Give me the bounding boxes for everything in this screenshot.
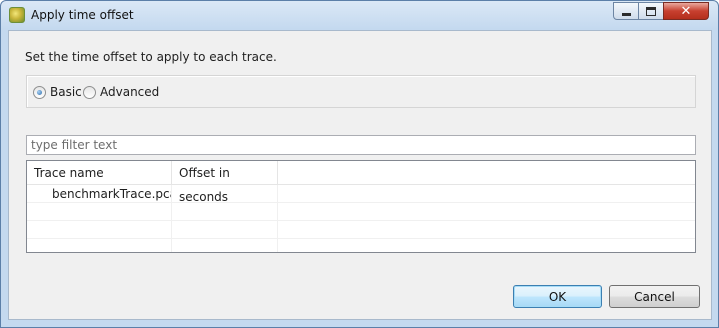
trace-table[interactable]: Trace name Offset in seconds benchmarkTr… bbox=[26, 160, 696, 253]
basic-radio-label: Basic bbox=[50, 85, 82, 99]
trace-name-cell bbox=[27, 203, 172, 221]
advanced-radio-label: Advanced bbox=[100, 85, 160, 99]
mode-radio-group: Basic Advanced bbox=[26, 75, 696, 108]
table-header: Trace name Offset in seconds bbox=[27, 161, 695, 204]
filter-input[interactable] bbox=[26, 135, 696, 155]
radio-unchecked-icon[interactable] bbox=[83, 85, 96, 99]
dialog-description: Set the time offset to apply to each tra… bbox=[25, 50, 277, 64]
radio-checked-icon[interactable] bbox=[33, 85, 46, 99]
column-header-trace-name[interactable]: Trace name bbox=[27, 161, 172, 185]
advanced-radio[interactable]: Advanced bbox=[83, 85, 159, 99]
trace-name-cell bbox=[27, 239, 172, 252]
minimize-icon bbox=[621, 12, 631, 16]
trace-name-cell[interactable]: benchmarkTrace.pcap bbox=[27, 185, 172, 203]
offset-cell bbox=[172, 203, 278, 221]
filler-cell bbox=[278, 203, 695, 221]
maximize-icon bbox=[646, 6, 656, 16]
offset-cell bbox=[172, 239, 278, 252]
close-icon: ✕ bbox=[680, 3, 692, 19]
filler-cell bbox=[278, 185, 695, 203]
dialog-window: Apply time offset ✕ Set the time offset … bbox=[0, 0, 719, 328]
table-row bbox=[27, 221, 695, 239]
dialog-content: Set the time offset to apply to each tra… bbox=[8, 30, 712, 320]
offset-cell bbox=[172, 221, 278, 239]
eclipse-app-icon bbox=[9, 7, 25, 23]
offset-cell[interactable] bbox=[172, 185, 278, 203]
filler-cell bbox=[278, 239, 695, 252]
column-header-filler bbox=[278, 161, 695, 185]
window-title: Apply time offset bbox=[31, 8, 134, 22]
basic-radio[interactable]: Basic bbox=[33, 85, 82, 99]
minimize-button[interactable] bbox=[613, 2, 639, 20]
table-row[interactable]: benchmarkTrace.pcap bbox=[27, 185, 695, 203]
ok-button[interactable]: OK bbox=[513, 285, 602, 308]
table-row bbox=[27, 239, 695, 252]
table-row bbox=[27, 203, 695, 221]
maximize-button[interactable] bbox=[638, 2, 664, 20]
close-button[interactable]: ✕ bbox=[663, 2, 709, 20]
filler-cell bbox=[278, 221, 695, 239]
column-header-offset[interactable]: Offset in seconds bbox=[172, 161, 278, 204]
trace-name-cell bbox=[27, 221, 172, 239]
cancel-button[interactable]: Cancel bbox=[609, 285, 700, 308]
title-bar[interactable]: Apply time offset ✕ bbox=[1, 1, 718, 29]
